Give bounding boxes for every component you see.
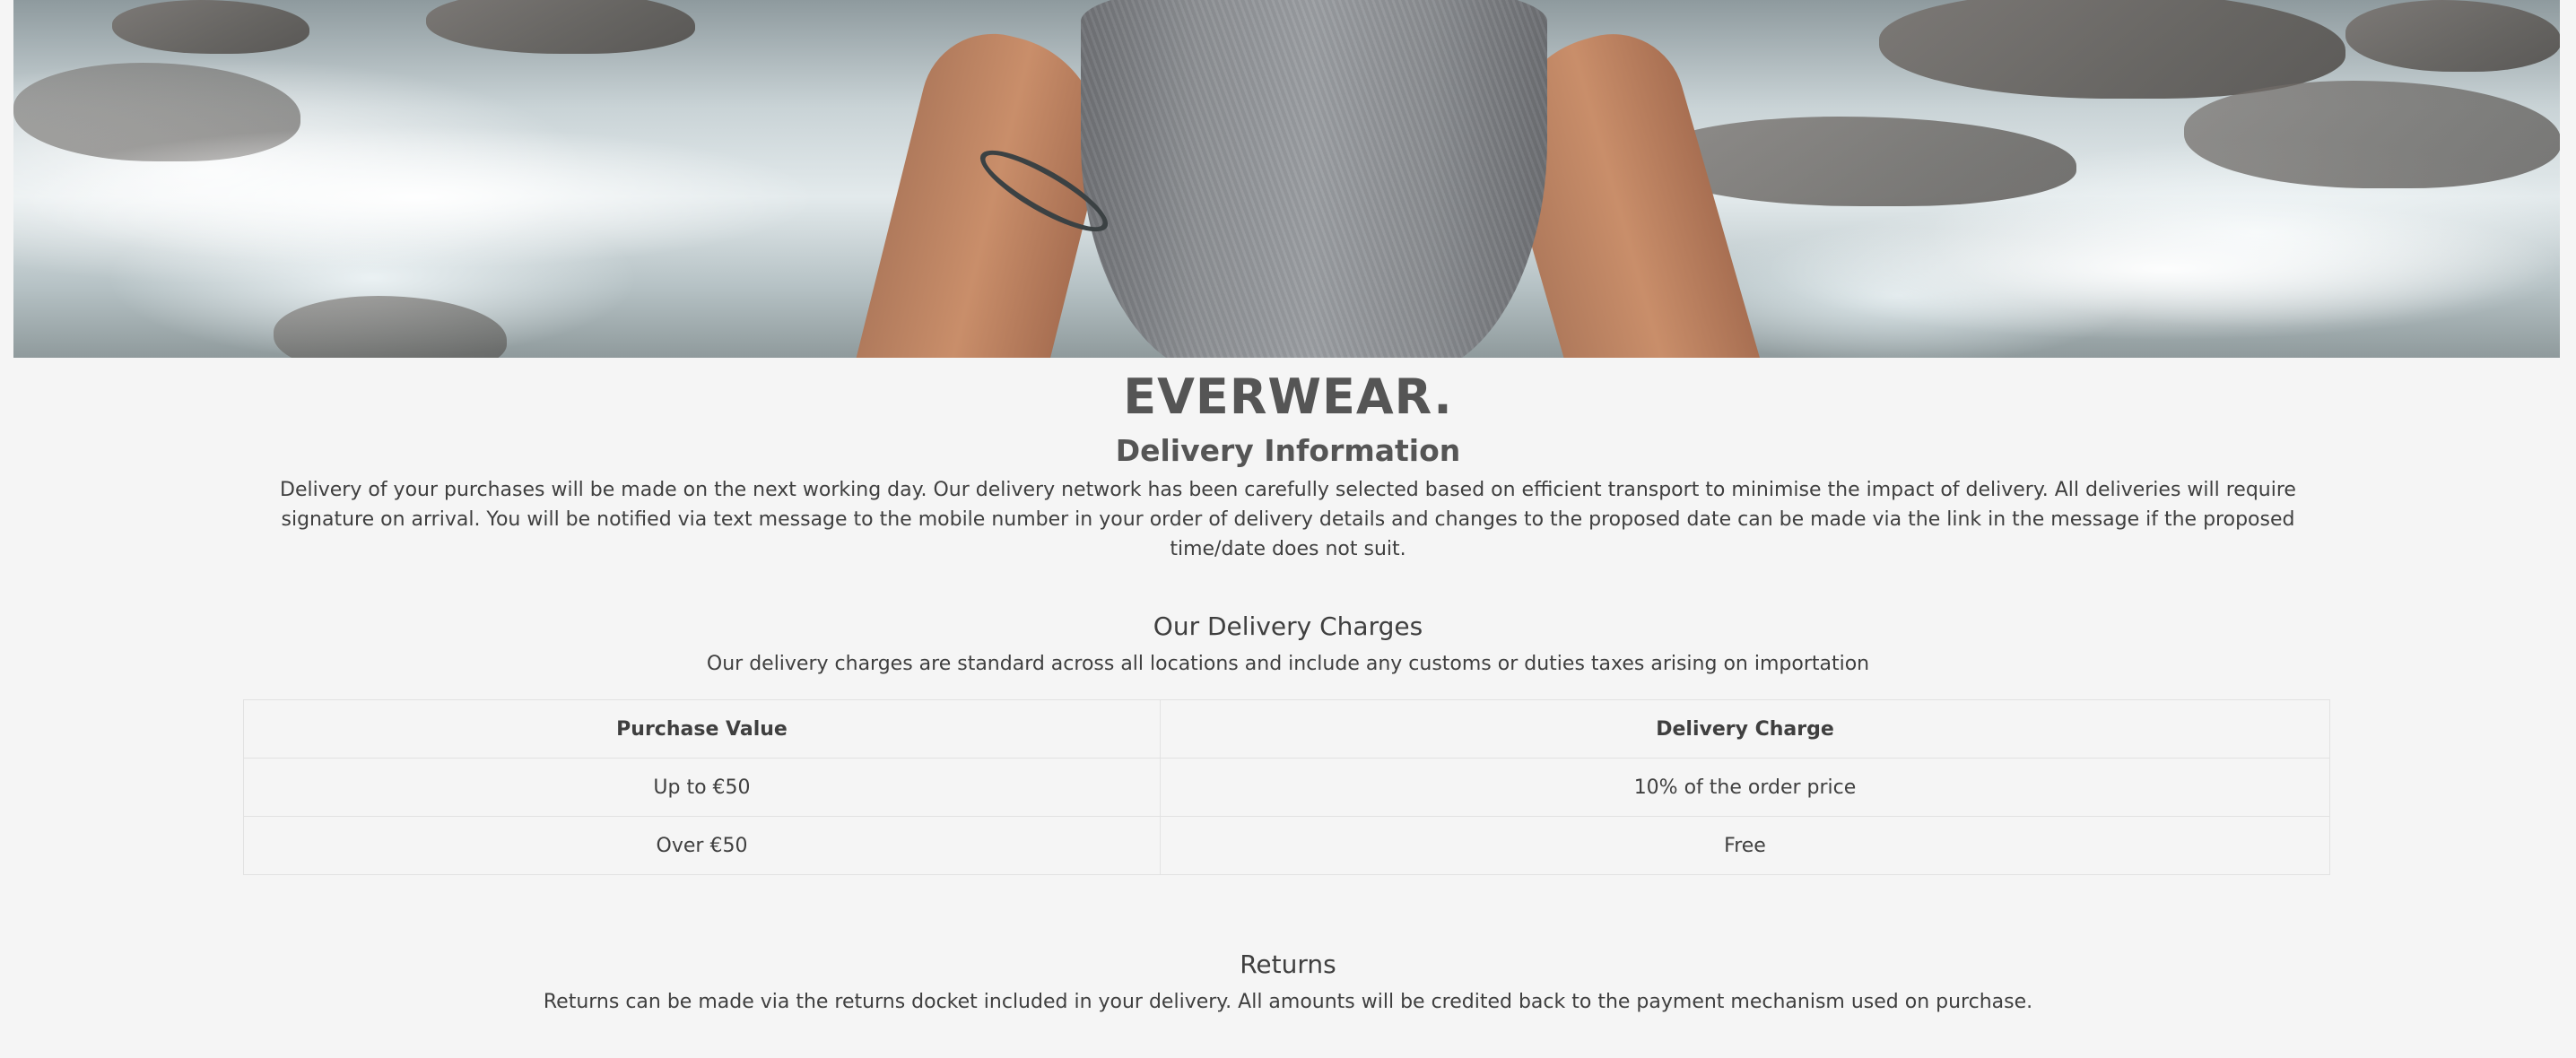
charges-description: Our delivery charges are standard across… xyxy=(706,653,1870,675)
returns-title: Returns xyxy=(1240,950,1336,979)
table-row: Over €50 Free xyxy=(243,816,2330,875)
rock-shape xyxy=(1879,0,2345,99)
rock-shape xyxy=(274,296,507,358)
page-title: Delivery Information xyxy=(1115,433,1461,468)
water-foam xyxy=(1762,197,2560,341)
water-foam xyxy=(13,126,821,269)
rock-shape xyxy=(112,0,309,54)
cell-purchase-value: Up to €50 xyxy=(243,758,1161,817)
hero-image xyxy=(13,0,2560,358)
rock-shape xyxy=(2184,81,2560,188)
cell-purchase-value: Over €50 xyxy=(243,816,1161,875)
charges-title: Our Delivery Charges xyxy=(1153,611,1423,641)
cell-delivery-charge: 10% of the order price xyxy=(1160,758,2330,817)
brand-logo: EVERWEAR. xyxy=(1123,369,1453,425)
delivery-charges-table: Purchase Value Delivery Charge Up to €50… xyxy=(243,699,2330,875)
hooded-shirt xyxy=(1081,0,1547,358)
rock-shape xyxy=(2345,0,2560,72)
table-header-row: Purchase Value Delivery Charge xyxy=(243,699,2330,759)
rock-shape xyxy=(426,0,695,54)
header-delivery-charge: Delivery Charge xyxy=(1160,699,2330,759)
returns-description: Returns can be made via the returns dock… xyxy=(543,991,2033,1013)
table-row: Up to €50 10% of the order price xyxy=(243,758,2330,817)
cell-delivery-charge: Free xyxy=(1160,816,2330,875)
header-purchase-value: Purchase Value xyxy=(243,699,1161,759)
intro-paragraph: Delivery of your purchases will be made … xyxy=(280,479,2296,560)
